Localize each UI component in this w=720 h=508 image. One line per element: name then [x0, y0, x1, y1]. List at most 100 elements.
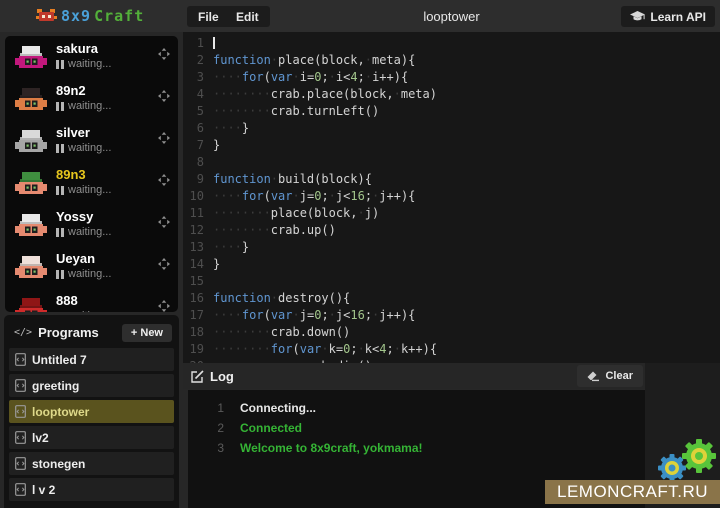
blue-gear-icon [658, 454, 686, 482]
program-file-icon [15, 457, 26, 470]
player-avatar [15, 129, 47, 155]
line-number: 4 [183, 86, 213, 103]
line-number: 7 [183, 137, 213, 154]
player-name: Ueyan [56, 251, 158, 266]
code-line-text: } [213, 137, 220, 154]
player-status-text: waiting... [68, 58, 111, 70]
player-name: 89n3 [56, 167, 158, 182]
code-line: 10····for(var·j=0;·j<16;·j++){ [183, 188, 720, 205]
player-row[interactable]: silver waiting... [5, 120, 178, 162]
teleport-icon[interactable] [158, 173, 170, 191]
teleport-icon[interactable] [158, 89, 170, 107]
log-line-text: Welcome to 8x9craft, yokmama! [240, 438, 423, 458]
edit-menu-button[interactable]: Edit [225, 6, 270, 27]
line-number: 14 [183, 256, 213, 273]
program-item-label: stonegen [32, 457, 85, 471]
code-line-text: ····for(var·j=0;·j<16;·j++){ [213, 307, 415, 324]
code-line-text: ········place(block,·j) [213, 205, 379, 222]
pause-icon [56, 144, 64, 153]
player-avatar [15, 45, 47, 71]
code-line: 6····} [183, 120, 720, 137]
line-number: 17 [183, 307, 213, 324]
teleport-icon[interactable] [158, 131, 170, 149]
player-status-text: waiting... [68, 142, 111, 154]
player-row[interactable]: 89n3 waiting... [5, 162, 178, 204]
player-status-text: waiting... [68, 310, 111, 312]
green-gear-icon [682, 439, 716, 473]
line-number: 13 [183, 239, 213, 256]
code-line-text: function·build(block){ [213, 171, 372, 188]
clear-log-button[interactable]: Clear [577, 365, 643, 387]
code-line-text: ····for(var·i=0;·i<4;·i++){ [213, 69, 408, 86]
compose-log-icon [191, 370, 204, 383]
program-item-label: greeting [32, 379, 79, 393]
code-line: 13····} [183, 239, 720, 256]
line-number: 16 [183, 290, 213, 307]
program-file-icon [15, 379, 26, 392]
program-file-icon [15, 353, 26, 366]
code-line-text: ········crab.turnLeft() [213, 103, 379, 120]
graduation-cap-icon [630, 11, 645, 23]
program-item[interactable]: greeting [9, 374, 174, 397]
file-menu-button[interactable]: File [187, 6, 230, 27]
log-line-text: Connected [240, 418, 302, 438]
code-line: 16function·destroy(){ [183, 290, 720, 307]
player-status-text: waiting... [68, 226, 111, 238]
player-name: 888 [56, 293, 158, 308]
code-line-text: } [213, 256, 220, 273]
code-line: 14} [183, 256, 720, 273]
crab-logo-icon [36, 8, 58, 24]
player-avatar [15, 213, 47, 239]
player-avatar [15, 171, 47, 197]
player-status-text: waiting... [68, 268, 111, 280]
teleport-icon[interactable] [158, 47, 170, 65]
player-row[interactable]: 89n2waiting... [5, 78, 178, 120]
code-line-text: ········crab.down() [213, 324, 350, 341]
code-line: 1 [183, 35, 720, 52]
learn-api-button[interactable]: Learn API [621, 6, 715, 27]
line-number: 15 [183, 273, 213, 290]
code-editor[interactable]: 12function·place(block,·meta){3····for(v… [183, 32, 720, 363]
player-name: silver [56, 125, 158, 140]
code-line: 7} [183, 137, 720, 154]
teleport-icon[interactable] [158, 257, 170, 275]
log-line-number: 2 [188, 418, 224, 438]
code-line: 12········crab.up() [183, 222, 720, 239]
logo-text-8x9: 8x9 [61, 7, 91, 25]
player-status: waiting... [56, 268, 158, 280]
code-line: 2function·place(block,·meta){ [183, 52, 720, 69]
log-line-text: Connecting... [240, 398, 316, 418]
code-line-text: ········crab.place(block,·meta) [213, 86, 437, 103]
code-line: 19········for(var·k=0;·k<4;·k++){ [183, 341, 720, 358]
player-row[interactable]: Ueyan waiting... [5, 246, 178, 288]
line-number: 8 [183, 154, 213, 171]
program-item[interactable]: lv2 [9, 426, 174, 449]
pause-icon [56, 312, 64, 313]
program-item-label: looptower [32, 405, 89, 419]
player-status: waiting... [56, 184, 158, 196]
program-item[interactable]: Untitled 7 [9, 348, 174, 371]
line-number: 3 [183, 69, 213, 86]
teleport-icon[interactable] [158, 299, 170, 312]
logo-text-craft: Craft [94, 7, 144, 25]
player-row[interactable]: sakurawaiting... [5, 36, 178, 78]
player-status-text: waiting... [68, 100, 111, 112]
teleport-icon[interactable] [158, 215, 170, 233]
program-file-icon [15, 405, 26, 418]
code-line: 15 [183, 273, 720, 290]
program-item[interactable]: stonegen [9, 452, 174, 475]
program-item[interactable]: l v 2 [9, 478, 174, 501]
pause-icon [56, 228, 64, 237]
player-avatar [15, 87, 47, 113]
code-line: 4········crab.place(block,·meta) [183, 86, 720, 103]
clear-label: Clear [605, 370, 633, 382]
programs-panel: </> Programs + New Untitled 7 greeting l… [4, 315, 179, 508]
player-row[interactable]: 888 waiting... [5, 288, 178, 312]
player-row[interactable]: Yossywaiting... [5, 204, 178, 246]
code-line-text: function·destroy(){ [213, 290, 350, 307]
code-line-text: ········crab.up() [213, 222, 336, 239]
new-program-button[interactable]: + New [122, 324, 172, 342]
program-item-label: lv2 [32, 431, 49, 445]
program-item[interactable]: looptower [9, 400, 174, 423]
player-status: waiting... [56, 226, 158, 238]
